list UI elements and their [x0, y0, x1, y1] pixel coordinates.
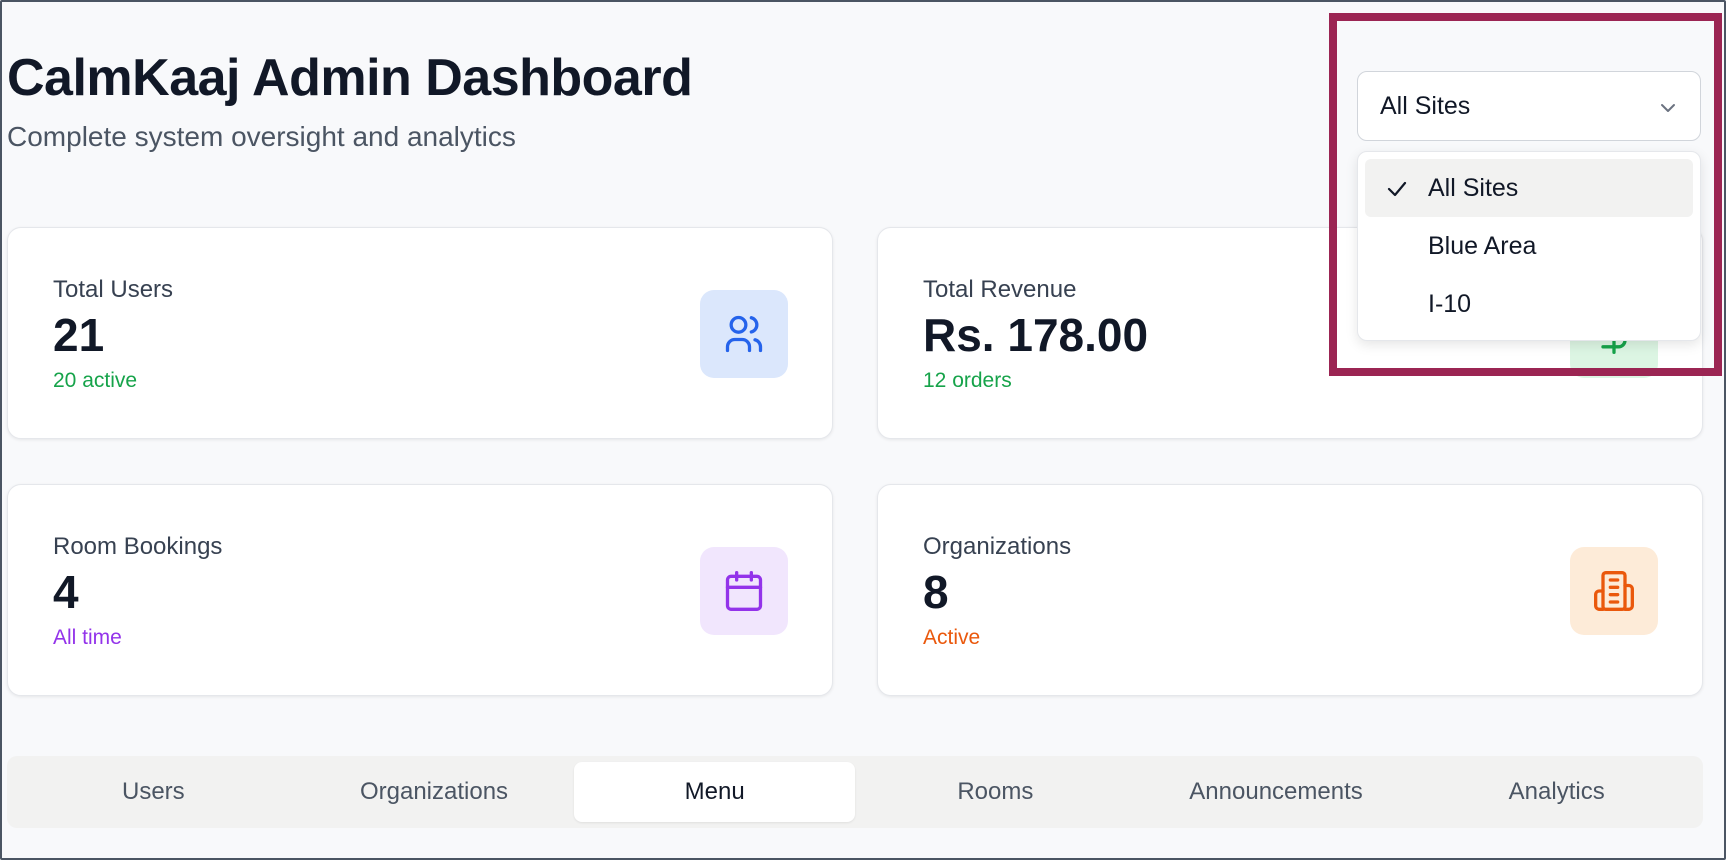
stat-label: Room Bookings — [53, 533, 223, 560]
stat-value: Rs. 178.00 — [923, 309, 1149, 361]
stat-label: Total Revenue — [923, 276, 1077, 303]
page-subtitle: Complete system oversight and analytics — [7, 121, 516, 152]
stat-subtext: All time — [53, 626, 122, 649]
building-icon — [1570, 547, 1658, 635]
page-header: CalmKaaj Admin Dashboard Complete system… — [7, 48, 693, 154]
check-icon — [1387, 181, 1407, 197]
stat-subtext: 20 active — [53, 369, 138, 392]
stat-label: Organizations — [923, 533, 1072, 560]
tab-users[interactable]: Users — [13, 762, 294, 822]
stat-value: 21 — [53, 309, 105, 361]
tab-rooms[interactable]: Rooms — [855, 762, 1136, 822]
stat-subtext: 12 orders — [923, 369, 1012, 392]
tab-analytics[interactable]: Analytics — [1416, 762, 1697, 822]
stat-value: 4 — [53, 566, 79, 618]
tab-announcements[interactable]: Announcements — [1136, 762, 1417, 822]
stat-value: 8 — [923, 566, 949, 618]
site-option-label: Blue Area — [1428, 231, 1537, 260]
users-icon — [700, 290, 788, 378]
site-option-label: I-10 — [1428, 289, 1472, 318]
stat-label: Total Users — [53, 276, 174, 303]
section-tabs: Users Organizations Menu Rooms Announcem… — [7, 756, 1703, 828]
site-option-blue-area[interactable]: Blue Area — [1365, 217, 1693, 275]
chevron-down-icon — [1661, 104, 1675, 112]
calendar-icon — [700, 547, 788, 635]
stat-card-total-users: Total Users 21 20 active — [7, 227, 833, 439]
page-title: CalmKaaj Admin Dashboard — [7, 49, 693, 107]
stat-card-organizations: Organizations 8 Active — [877, 484, 1703, 696]
site-option-all-sites[interactable]: All Sites — [1365, 159, 1693, 217]
stat-card-room-bookings: Room Bookings 4 All time — [7, 484, 833, 696]
stat-subtext: Active — [923, 626, 981, 649]
site-select-value: All Sites — [1380, 91, 1471, 120]
site-select[interactable]: All Sites — [1357, 71, 1701, 141]
site-dropdown-menu: All Sites Blue Area I-10 — [1357, 151, 1701, 341]
site-option-label: All Sites — [1428, 173, 1519, 202]
tab-menu[interactable]: Menu — [574, 762, 856, 822]
tab-organizations[interactable]: Organizations — [294, 762, 575, 822]
site-option-i-10[interactable]: I-10 — [1365, 275, 1693, 333]
